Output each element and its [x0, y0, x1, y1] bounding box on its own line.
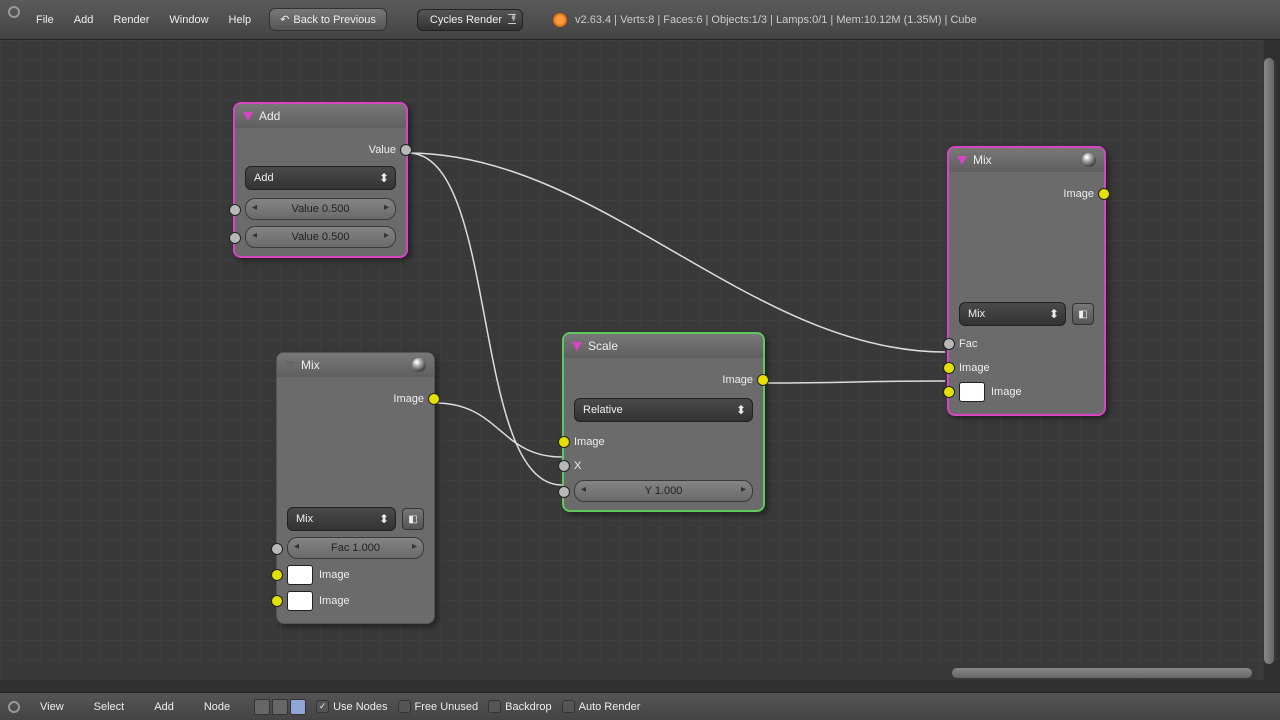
- menu-node[interactable]: Node: [194, 697, 240, 717]
- output-image: Image: [287, 389, 424, 409]
- node-mix-right[interactable]: Mix Image Mix ◧ Fac Image: [947, 146, 1106, 416]
- preview-icon[interactable]: [412, 358, 426, 372]
- hscroll-thumb[interactable]: [952, 668, 1252, 678]
- blend-mode-dropdown[interactable]: Mix: [959, 302, 1066, 326]
- socket-out-image[interactable]: [1098, 188, 1110, 200]
- menu-select[interactable]: Select: [84, 697, 135, 717]
- node-title: Add: [259, 109, 280, 123]
- image-label: Image: [991, 386, 1022, 398]
- socket-in-fac[interactable]: [271, 543, 283, 555]
- node-mix-left[interactable]: Mix Image Mix ◧ Fac 1.000 Image: [276, 352, 435, 624]
- free-unused-label: Free Unused: [415, 701, 479, 713]
- node-header[interactable]: Mix: [949, 148, 1104, 172]
- value2-slider[interactable]: Value 0.500: [245, 226, 396, 248]
- horizontal-scrollbar[interactable]: [8, 666, 1256, 680]
- socket-in-image1[interactable]: [943, 362, 955, 374]
- app-icon: [8, 6, 20, 18]
- node-header[interactable]: Mix: [277, 353, 434, 377]
- color-picker-icon[interactable]: ◧: [402, 508, 424, 530]
- menu-add[interactable]: Add: [64, 10, 104, 30]
- checkbox-icon: [562, 700, 575, 713]
- y-slider[interactable]: Y 1.000: [574, 480, 753, 502]
- tree-type-compositor-icon[interactable]: [272, 699, 288, 715]
- auto-render-label: Auto Render: [579, 701, 641, 713]
- back-label: Back to Previous: [293, 14, 376, 26]
- tree-type-texture-icon[interactable]: [290, 699, 306, 715]
- use-nodes-label: Use Nodes: [333, 701, 387, 713]
- checkbox-icon: [488, 700, 501, 713]
- socket-out-image[interactable]: [757, 374, 769, 386]
- image-label: Image: [319, 595, 350, 607]
- menu-add-bottom[interactable]: Add: [144, 697, 184, 717]
- output-value: Value: [245, 140, 396, 160]
- socket-in-image[interactable]: [558, 436, 570, 448]
- free-unused-checkbox[interactable]: Free Unused: [398, 700, 479, 713]
- node-editor-header: View Select Add Node Use Nodes Free Unus…: [0, 692, 1280, 720]
- fac-slider[interactable]: Fac 1.000: [287, 537, 424, 559]
- menu-render[interactable]: Render: [103, 10, 159, 30]
- node-header[interactable]: Scale: [564, 334, 763, 358]
- value1-slider[interactable]: Value 0.500: [245, 198, 396, 220]
- image-label: Image: [319, 569, 350, 581]
- node-editor-canvas[interactable]: Add Value Add Value 0.500 Value 0.500 Mi…: [0, 40, 1264, 680]
- socket-in-value1[interactable]: [229, 204, 241, 216]
- input-image1: Image: [959, 358, 1094, 378]
- tree-type-shader-icon[interactable]: [254, 699, 270, 715]
- socket-in-fac[interactable]: [943, 338, 955, 350]
- backdrop-label: Backdrop: [505, 701, 551, 713]
- color-swatch-2[interactable]: [287, 591, 313, 611]
- backdrop-checkbox[interactable]: Backdrop: [488, 700, 551, 713]
- socket-in-y[interactable]: [558, 486, 570, 498]
- scene-stats: v2.63.4 | Verts:8 | Faces:6 | Objects:1/…: [575, 14, 977, 26]
- node-header[interactable]: Add: [235, 104, 406, 128]
- color-picker-icon[interactable]: ◧: [1072, 303, 1094, 325]
- output-image: Image: [574, 370, 753, 390]
- menu-window[interactable]: Window: [159, 10, 218, 30]
- node-title: Mix: [973, 153, 992, 167]
- input-image: Image: [574, 432, 753, 452]
- node-scale[interactable]: Scale Image Relative Image X Y 1.000: [562, 332, 765, 512]
- socket-in-image1[interactable]: [271, 569, 283, 581]
- preview-icon[interactable]: [1082, 153, 1096, 167]
- scale-space-dropdown[interactable]: Relative: [574, 398, 753, 422]
- collapse-icon[interactable]: [957, 156, 967, 165]
- output-image: Image: [959, 184, 1094, 204]
- socket-out-value[interactable]: [400, 144, 412, 156]
- blend-mode-dropdown[interactable]: Mix: [287, 507, 396, 531]
- socket-out-image[interactable]: [428, 393, 440, 405]
- vscroll-thumb[interactable]: [1264, 58, 1274, 664]
- back-to-previous-button[interactable]: ↶ Back to Previous: [269, 8, 387, 31]
- menu-help[interactable]: Help: [219, 10, 262, 30]
- input-x: X: [574, 456, 753, 476]
- auto-render-checkbox[interactable]: Auto Render: [562, 700, 641, 713]
- collapse-icon[interactable]: [285, 361, 295, 370]
- render-engine-dropdown[interactable]: Cycles Render: [417, 9, 523, 31]
- menu-view[interactable]: View: [30, 697, 74, 717]
- top-menu-bar: File Add Render Window Help ↶ Back to Pr…: [0, 0, 1280, 40]
- socket-in-image2[interactable]: [271, 595, 283, 607]
- checkbox-icon: [398, 700, 411, 713]
- node-title: Mix: [301, 358, 320, 372]
- collapse-icon[interactable]: [243, 112, 253, 121]
- socket-in-x[interactable]: [558, 460, 570, 472]
- editor-type-icon[interactable]: [8, 701, 20, 713]
- collapse-icon[interactable]: [572, 342, 582, 351]
- color-swatch-1[interactable]: [287, 565, 313, 585]
- blender-icon: [553, 13, 567, 27]
- menu-file[interactable]: File: [26, 10, 64, 30]
- input-fac: Fac: [959, 334, 1094, 354]
- vertical-scrollbar[interactable]: [1262, 58, 1276, 664]
- back-arrow-icon: ↶: [280, 13, 289, 26]
- math-operation-dropdown[interactable]: Add: [245, 166, 396, 190]
- socket-in-value2[interactable]: [229, 232, 241, 244]
- node-add[interactable]: Add Value Add Value 0.500 Value 0.500: [233, 102, 408, 258]
- socket-in-image2[interactable]: [943, 386, 955, 398]
- color-swatch[interactable]: [959, 382, 985, 402]
- node-title: Scale: [588, 339, 618, 353]
- checkbox-icon: [316, 700, 329, 713]
- use-nodes-checkbox[interactable]: Use Nodes: [316, 700, 387, 713]
